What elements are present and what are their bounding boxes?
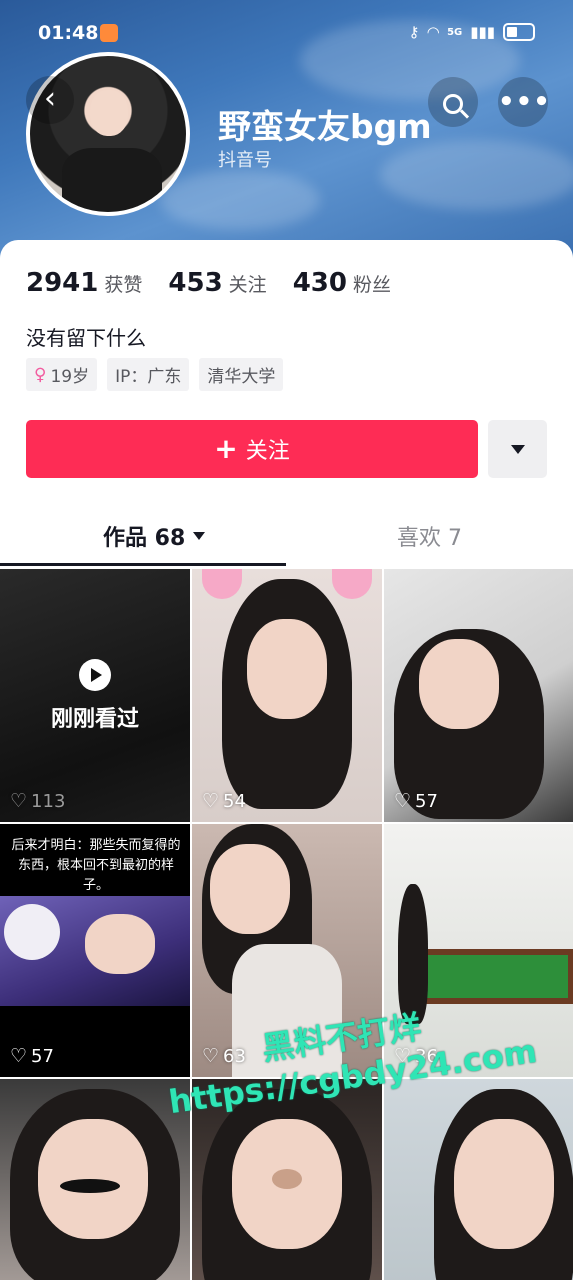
follow-button[interactable]: + 关注	[26, 420, 478, 478]
like-count-value: 113	[31, 790, 66, 812]
tag-school[interactable]: 清华大学	[199, 358, 284, 391]
thumbnail-face	[454, 1119, 554, 1249]
like-count-value: 57	[415, 790, 438, 812]
video-grid: 刚刚看过 ♡ 113 ♡ 54 ♡ 57 后来才明白：那些失而复得的东西，根本回不到最…	[0, 569, 573, 1280]
tag-age: ♀ 19岁	[26, 358, 98, 391]
tag-row: ♀ 19岁 IP：广东 清华大学	[26, 358, 284, 391]
battery-icon	[503, 23, 535, 41]
plus-icon: +	[214, 432, 238, 465]
video-thumbnail[interactable]: ♡ 57	[384, 569, 573, 822]
dog-nose-sticker	[272, 1169, 302, 1189]
key-icon: ⚷	[408, 23, 420, 41]
heart-icon: ♡	[394, 790, 412, 812]
play-icon	[79, 659, 111, 691]
cat-ear-sticker	[202, 569, 242, 599]
stats-row: 2941 获赞 453 关注 430 粉丝	[26, 268, 391, 298]
more-button[interactable]: •••	[498, 77, 551, 127]
heart-icon: ♡	[10, 790, 28, 812]
banner-cloud	[380, 140, 573, 210]
profile-id-label: 抖音号	[218, 150, 272, 171]
thumbnail-face	[419, 639, 499, 729]
stat-followers[interactable]: 430 粉丝	[293, 268, 391, 298]
like-count: ♡ 54	[202, 790, 246, 812]
video-thumbnail[interactable]	[0, 1079, 190, 1280]
thumbnail-face	[85, 914, 155, 974]
like-count: ♡ 57	[10, 1045, 54, 1067]
stat-followers-value: 430	[292, 268, 347, 298]
status-icons: ⚷ ◠ 5G ▮▮▮	[409, 23, 535, 41]
stat-followers-label: 粉丝	[352, 274, 391, 296]
recommend-dropdown-button[interactable]	[488, 420, 547, 478]
signal-icon: ▮▮▮	[470, 23, 495, 41]
tag-ip: IP：广东	[107, 358, 190, 391]
like-count-value: 54	[223, 790, 246, 812]
avatar-face	[90, 90, 128, 136]
caret-down-icon	[193, 532, 206, 540]
follow-button-label: 关注	[245, 439, 290, 464]
female-icon: ♀	[34, 364, 47, 385]
stat-following-value: 453	[168, 268, 223, 298]
status-time: 01:48	[38, 22, 99, 44]
thumbnail-face	[210, 844, 290, 934]
like-count-value: 57	[31, 1045, 54, 1067]
heart-icon: ♡	[10, 1045, 28, 1067]
stat-following[interactable]: 453 关注	[168, 268, 266, 298]
back-button[interactable]: ‹	[26, 76, 74, 124]
network-type: 5G	[447, 26, 463, 38]
tab-works-label: 作品 68	[103, 526, 186, 551]
thumbnail-glow	[4, 904, 60, 960]
stat-likes-value: 2941	[26, 268, 99, 298]
video-thumbnail[interactable]: 刚刚看过 ♡ 113	[0, 569, 190, 822]
avatar-body	[62, 148, 162, 212]
thumbnail-face	[247, 619, 327, 719]
banner-cloud	[160, 170, 320, 230]
profile-banner: 01:48 ⚷ ◠ 5G ▮▮▮ ‹ 野蛮女友bgm 抖音号 •••	[0, 0, 573, 262]
search-icon	[443, 94, 463, 114]
recently-watched-label: 刚刚看过	[50, 707, 139, 732]
like-count: ♡ 113	[10, 790, 65, 812]
content-tabs: 作品 68 喜欢 7	[0, 510, 573, 566]
heart-icon: ♡	[202, 790, 220, 812]
recently-watched-overlay: 刚刚看过	[0, 659, 190, 733]
search-button[interactable]	[428, 77, 478, 127]
stat-following-label: 关注	[228, 274, 267, 296]
mustache-sticker	[60, 1179, 120, 1193]
tab-active-indicator	[0, 563, 286, 566]
status-bar: 01:48 ⚷ ◠ 5G ▮▮▮	[0, 18, 573, 50]
tag-age-label: 19岁	[50, 367, 90, 387]
like-count: ♡ 57	[394, 790, 438, 812]
caret-down-icon	[510, 444, 525, 454]
video-thumbnail[interactable]: ♡ 54	[192, 569, 382, 822]
bio-text: 没有留下什么	[26, 326, 146, 350]
video-caption: 后来才明白：那些失而复得的东西，根本回不到最初的样子。	[11, 838, 181, 893]
tab-works[interactable]: 作品 68	[103, 520, 206, 552]
notification-app-icon	[100, 24, 118, 42]
wifi-icon: ◠	[427, 23, 440, 41]
more-icon: •••	[498, 87, 551, 117]
cat-ear-sticker	[332, 569, 372, 599]
tab-likes[interactable]: 喜欢 7	[397, 520, 462, 552]
video-thumbnail[interactable]	[384, 1079, 573, 1280]
stat-likes-label: 获赞	[104, 274, 143, 296]
profile-name: 野蛮女友bgm	[218, 107, 432, 146]
stat-likes[interactable]: 2941 获赞	[26, 268, 142, 298]
chevron-left-icon: ‹	[44, 81, 56, 116]
